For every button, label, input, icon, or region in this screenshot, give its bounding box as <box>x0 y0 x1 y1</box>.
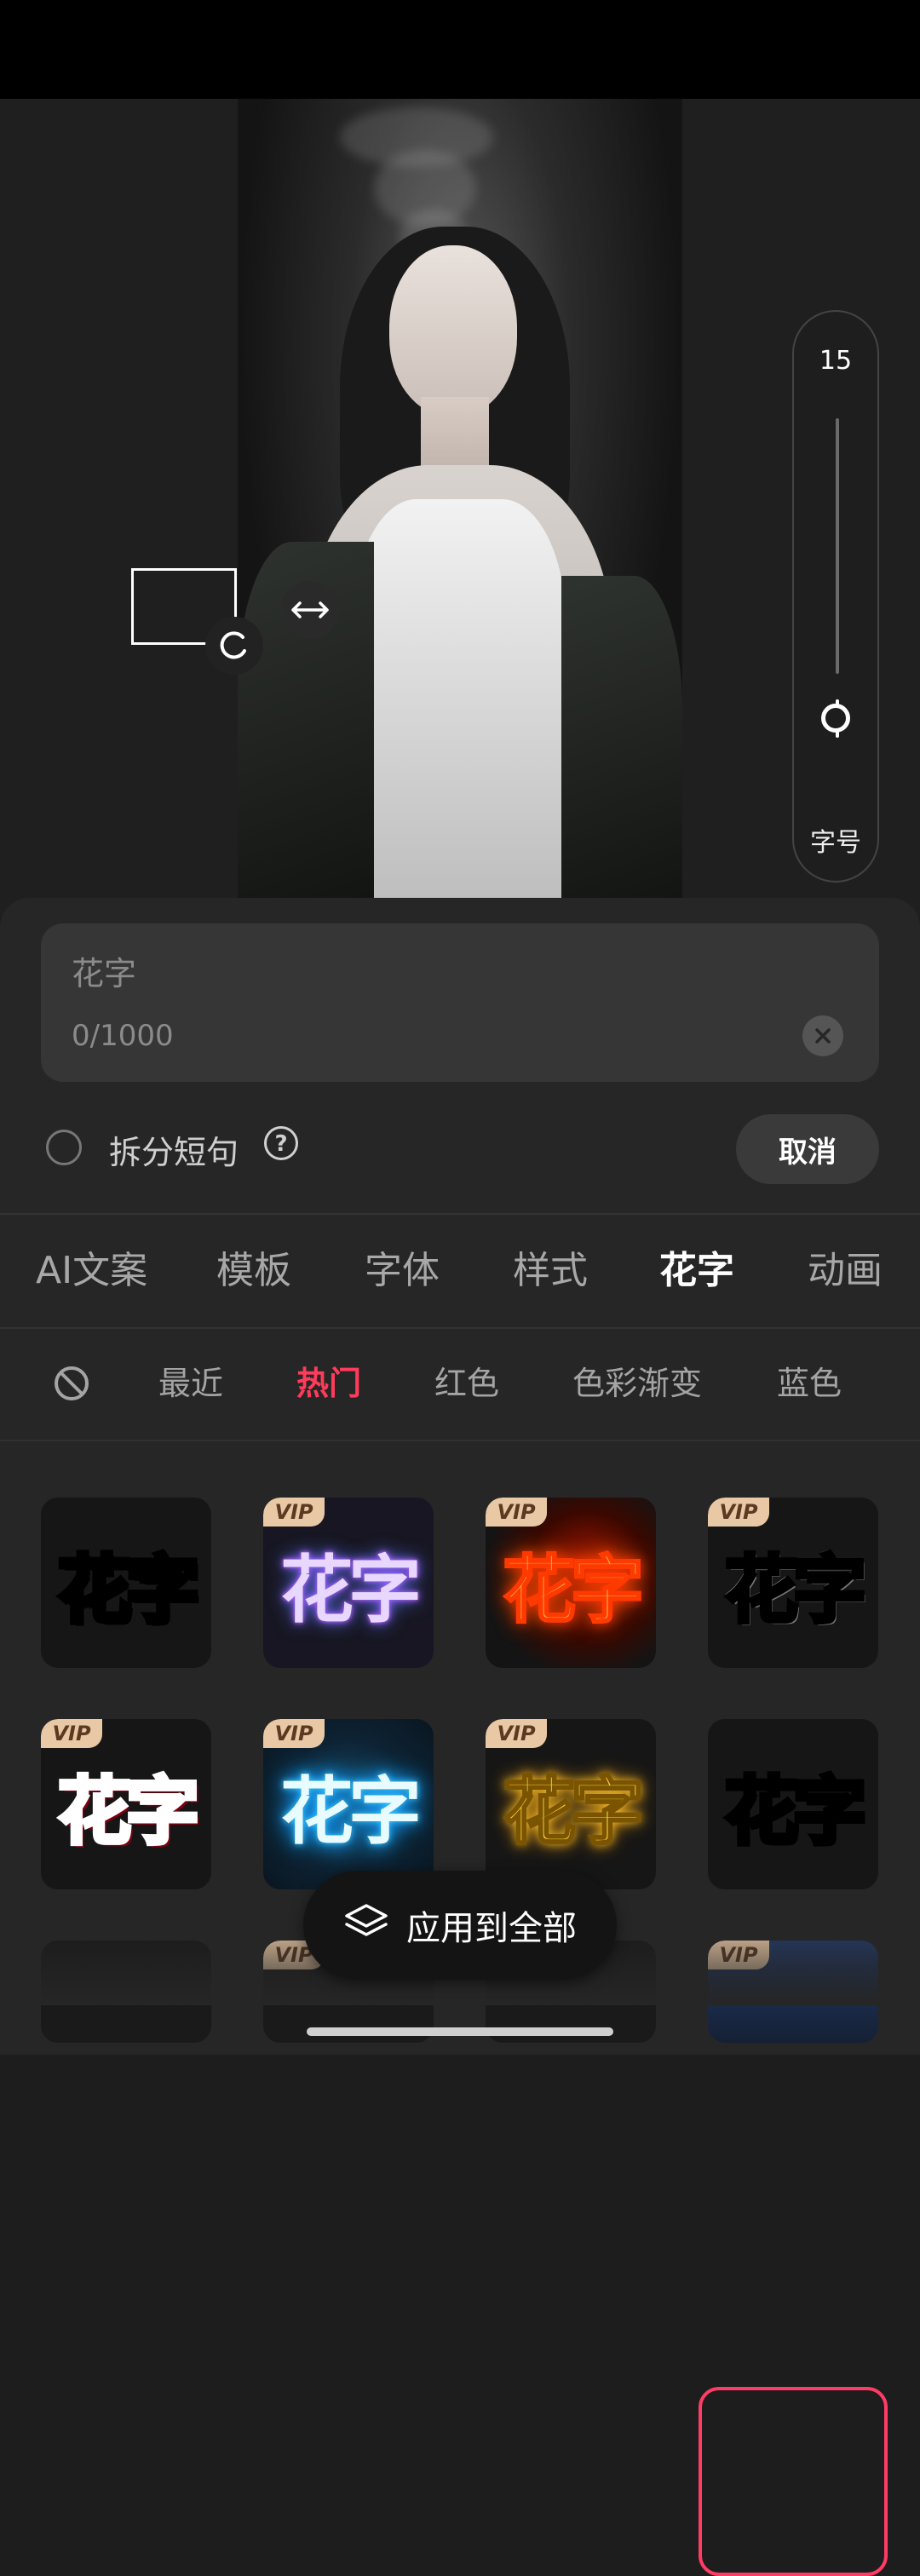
cancel-button[interactable]: 取消 <box>736 1114 879 1184</box>
main-tab-bar: AI文案 模板 字体 样式 花字 动画 <box>0 1215 920 1327</box>
split-sentence-label[interactable]: 拆分短句 <box>109 1126 239 1173</box>
font-size-slider[interactable]: 15 字号 <box>792 310 879 883</box>
category-tab-bar: 最近 热门 红色 色彩渐变 蓝色 <box>0 1329 920 1438</box>
vip-badge: VIP <box>41 1719 102 1748</box>
vip-badge: VIP <box>486 1719 547 1748</box>
tab-animation[interactable]: 动画 <box>808 1215 883 1327</box>
effect-preview-text: 花字 <box>722 1767 869 1857</box>
effect-preview-text: 花字 <box>502 1768 646 1855</box>
no-effect-icon[interactable] <box>53 1365 90 1402</box>
help-icon[interactable]: ? <box>264 1126 298 1160</box>
effect-tile[interactable]: 花字 VIP <box>486 1719 656 1889</box>
tab-ai-copy[interactable]: AI文案 <box>36 1215 147 1327</box>
effect-tile[interactable]: 花字 VIP <box>263 1498 434 1668</box>
home-indicator[interactable] <box>307 2027 613 2036</box>
tab-fancy-text[interactable]: 花字 <box>659 1215 734 1327</box>
video-preview[interactable]: 15 字号 <box>0 99 920 917</box>
slider-track[interactable] <box>836 418 839 674</box>
category-red[interactable]: 红色 <box>434 1329 499 1438</box>
vip-badge: VIP <box>708 1498 769 1527</box>
effect-preview-text: 花字 <box>280 1547 422 1633</box>
effect-tile[interactable]: 花字 <box>41 1498 211 1668</box>
resize-horizontal-icon[interactable] <box>281 581 339 639</box>
effect-preview-text: 花字 <box>55 1545 202 1636</box>
preview-image <box>238 99 682 903</box>
vip-badge: VIP <box>263 1498 325 1527</box>
effect-tile[interactable]: 花字 VIP <box>263 1719 434 1889</box>
font-size-value: 15 <box>819 346 853 376</box>
char-count: 0/1000 <box>72 1019 174 1053</box>
text-input-card[interactable]: 花字 0/1000 <box>41 923 879 1082</box>
apply-to-all-label: 应用到全部 <box>406 1909 577 1948</box>
divider <box>0 1440 920 1441</box>
apply-to-all-button[interactable]: 应用到全部 <box>303 1871 617 1980</box>
effect-tile-selected[interactable]: 花字 VIP <box>708 1498 878 1668</box>
effect-tile[interactable]: 花字 <box>708 1719 878 1889</box>
split-sentence-checkbox[interactable] <box>46 1130 82 1165</box>
effect-tile[interactable]: 花字 VIP <box>41 1719 211 1889</box>
slider-knob[interactable] <box>821 704 850 733</box>
effect-tile[interactable]: 花字 VIP <box>486 1498 656 1668</box>
status-bar <box>0 0 920 99</box>
font-size-label: 字号 <box>810 828 861 858</box>
layers-icon <box>343 1902 389 1948</box>
tab-font[interactable]: 字体 <box>365 1215 440 1327</box>
selected-effect-frame <box>699 2387 888 2576</box>
category-gradient[interactable]: 色彩渐变 <box>572 1329 702 1438</box>
effect-preview-text: 花字 <box>56 1767 202 1856</box>
clear-icon[interactable] <box>802 1015 843 1056</box>
text-input[interactable]: 花字 <box>72 947 136 994</box>
effect-preview-text: 花字 <box>502 1546 646 1634</box>
category-hot[interactable]: 热门 <box>296 1329 361 1438</box>
category-blue[interactable]: 蓝色 <box>777 1329 842 1438</box>
vip-badge: VIP <box>486 1498 547 1527</box>
effect-preview-text: 花字 <box>723 1545 869 1635</box>
rotate-icon[interactable] <box>205 617 263 675</box>
effect-preview-text: 花字 <box>280 1768 422 1854</box>
category-recent[interactable]: 最近 <box>158 1329 223 1438</box>
tab-template[interactable]: 模板 <box>216 1215 291 1327</box>
tab-style[interactable]: 样式 <box>513 1215 588 1327</box>
vip-badge: VIP <box>263 1719 325 1748</box>
